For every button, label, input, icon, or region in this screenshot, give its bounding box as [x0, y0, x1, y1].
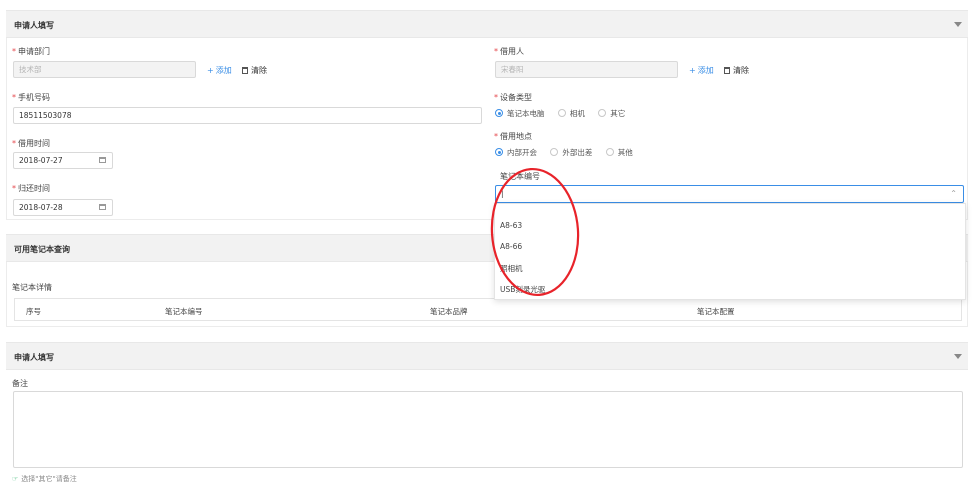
column-header: 笔记本品牌 — [430, 307, 468, 316]
radio-location-external[interactable]: 外部出差 — [550, 147, 592, 158]
column-header: 序号 — [26, 307, 41, 316]
dept-add-button[interactable]: + 添加 — [207, 65, 232, 76]
phone-input[interactable]: 18511503078 — [13, 107, 482, 124]
section-header-remarks[interactable]: 申请人填写 — [6, 342, 968, 370]
dept-input[interactable]: 技术部 — [13, 61, 196, 78]
dept-label: * 申请部门 — [12, 47, 50, 56]
dept-clear-button[interactable]: 清除 — [242, 65, 267, 76]
location-radio-group: 内部开会 外部出差 其他 — [495, 147, 644, 158]
device-type-radio-group: 笔记本电脑 相机 其它 — [495, 108, 636, 119]
radio-checked-icon — [495, 148, 503, 156]
trash-icon — [242, 67, 248, 74]
radio-location-other[interactable]: 其他 — [605, 147, 633, 158]
notebook-table-header: 序号 笔记本编号 笔记本品牌 笔记本配置 — [14, 298, 962, 321]
section-title: 申请人填写 — [14, 353, 54, 362]
borrower-input[interactable]: 宋春阳 — [495, 61, 678, 78]
radio-location-internal[interactable]: 内部开会 — [495, 147, 537, 158]
column-header: 笔记本配置 — [697, 307, 735, 316]
phone-label: * 手机号码 — [12, 93, 50, 102]
device-type-label: * 设备类型 — [494, 93, 532, 102]
borrow-time-datepicker[interactable]: 2018-07-27 — [13, 152, 113, 169]
collapse-triangle-icon[interactable] — [954, 354, 962, 359]
notebook-details-label: 笔记本详情 — [12, 283, 52, 292]
location-label: * 借用地点 — [494, 132, 532, 141]
borrower-label: * 借用人 — [494, 47, 524, 56]
radio-unchecked-icon — [605, 148, 614, 156]
edit-icon: ☞ — [12, 475, 19, 483]
section-title: 可用笔记本查询 — [14, 245, 70, 254]
collapse-triangle-icon[interactable] — [954, 22, 962, 27]
calendar-icon — [99, 204, 106, 210]
borrow-time-label: * 借用时间 — [12, 139, 50, 148]
radio-device-laptop[interactable]: 笔记本电脑 — [495, 108, 545, 119]
calendar-icon — [99, 157, 106, 163]
annotation-ellipse — [490, 167, 580, 297]
section-header-applicant[interactable]: 申请人填写 — [6, 10, 968, 38]
section-title: 申请人填写 — [14, 21, 54, 30]
radio-device-other[interactable]: 其它 — [598, 108, 625, 119]
radio-checked-icon — [495, 109, 503, 117]
radio-unchecked-icon — [550, 148, 559, 156]
radio-device-camera[interactable]: 相机 — [557, 108, 585, 119]
plus-icon: + — [689, 66, 696, 75]
return-time-label: * 归还时间 — [12, 184, 50, 193]
remark-textarea[interactable] — [13, 391, 963, 468]
radio-unchecked-icon — [557, 109, 566, 117]
radio-unchecked-icon — [598, 109, 607, 117]
borrower-clear-button[interactable]: 清除 — [724, 65, 749, 76]
column-header: 笔记本编号 — [165, 307, 203, 316]
remark-label: 备注 — [12, 379, 28, 388]
borrower-add-button[interactable]: + 添加 — [689, 65, 714, 76]
plus-icon: + — [207, 66, 214, 75]
trash-icon — [724, 67, 730, 74]
remark-hint: ☞ 选择"其它"请备注 — [12, 475, 77, 483]
chevron-up-icon: ⌃ — [950, 189, 957, 198]
return-time-datepicker[interactable]: 2018-07-28 — [13, 199, 113, 216]
